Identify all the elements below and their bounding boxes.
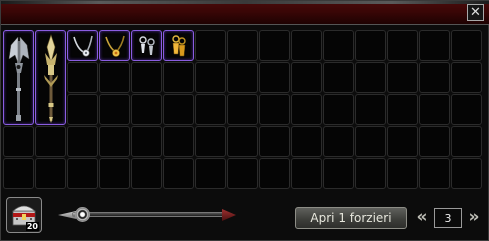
inventory-slot[interactable] (195, 158, 226, 189)
inventory-slot[interactable] (451, 126, 482, 157)
inventory-slot[interactable] (3, 158, 34, 189)
chest-count: 20 (25, 222, 39, 231)
inventory-slot[interactable] (131, 62, 162, 93)
silver-earrings-icon (138, 35, 155, 55)
gold-necklace-icon (104, 35, 125, 57)
slider-knob[interactable] (75, 207, 90, 222)
inventory-slot[interactable] (67, 30, 98, 61)
inventory-slot[interactable] (99, 30, 130, 61)
inventory-slot[interactable] (99, 126, 130, 157)
gold-earrings-icon (171, 34, 186, 56)
increase-quantity-button[interactable]: » (466, 208, 482, 228)
inventory-slot[interactable] (259, 62, 290, 93)
inventory-slot[interactable] (259, 126, 290, 157)
inventory-slot[interactable] (323, 94, 354, 125)
inventory-slot[interactable] (131, 158, 162, 189)
inventory-slot[interactable] (67, 94, 98, 125)
inventory-slot[interactable] (291, 30, 322, 61)
decrease-quantity-button[interactable]: « (414, 208, 430, 228)
axe-weapon-icon (8, 35, 29, 121)
inventory-slot[interactable] (451, 94, 482, 125)
chest-window: ✕ 20 Apri 1 forzieri « 3 » (0, 0, 489, 241)
title-bar[interactable] (1, 1, 489, 25)
quantity-slider[interactable] (58, 206, 236, 224)
inventory-slot[interactable] (451, 62, 482, 93)
action-bar: 20 Apri 1 forzieri « » (1, 191, 489, 241)
inventory-slot[interactable] (227, 62, 258, 93)
spear-weapon-icon (43, 33, 58, 123)
inventory-slot[interactable] (67, 126, 98, 157)
inventory-slot[interactable] (355, 62, 386, 93)
inventory-slot[interactable] (259, 158, 290, 189)
close-icon[interactable]: ✕ (467, 4, 484, 21)
inventory-slot[interactable] (227, 30, 258, 61)
inventory-slot[interactable] (163, 94, 194, 125)
inventory-slot[interactable] (291, 62, 322, 93)
inventory-slot[interactable] (323, 126, 354, 157)
inventory-slot[interactable] (227, 126, 258, 157)
inventory-grid (3, 30, 482, 189)
inventory-slot[interactable] (3, 126, 34, 157)
inventory-slot[interactable] (163, 62, 194, 93)
slider-right-cap (222, 209, 236, 221)
inventory-slot[interactable] (323, 62, 354, 93)
inventory-slot[interactable] (227, 158, 258, 189)
inventory-slot[interactable] (99, 158, 130, 189)
inventory-slot[interactable] (387, 62, 418, 93)
inventory-slot[interactable] (355, 94, 386, 125)
inventory-slot[interactable] (99, 94, 130, 125)
inventory-slot[interactable] (227, 94, 258, 125)
inventory-slot[interactable] (419, 158, 450, 189)
inventory-slot[interactable] (355, 158, 386, 189)
inventory-slot[interactable] (131, 94, 162, 125)
inventory-slot[interactable] (291, 126, 322, 157)
inventory-slot[interactable] (195, 94, 226, 125)
chest-item-slot[interactable]: 20 (6, 197, 42, 233)
inventory-slot[interactable] (163, 126, 194, 157)
inventory-slot[interactable] (163, 158, 194, 189)
inventory-slot[interactable] (419, 94, 450, 125)
silver-necklace-icon (72, 35, 93, 56)
inventory-slot[interactable] (387, 30, 418, 61)
inventory-slot[interactable] (291, 94, 322, 125)
inventory-slot[interactable] (387, 94, 418, 125)
inventory-slot[interactable] (323, 158, 354, 189)
quantity-input[interactable] (434, 208, 462, 228)
inventory-slot[interactable] (195, 62, 226, 93)
inventory-slot[interactable] (419, 62, 450, 93)
inventory-slot[interactable] (323, 30, 354, 61)
inventory-slot[interactable] (3, 30, 34, 125)
slider-track (72, 212, 228, 217)
inventory-slot[interactable] (387, 126, 418, 157)
inventory-slot[interactable] (131, 126, 162, 157)
inventory-slot[interactable] (355, 30, 386, 61)
inventory-slot[interactable] (387, 158, 418, 189)
inventory-slot[interactable] (131, 30, 162, 61)
inventory-slot[interactable] (451, 30, 482, 61)
inventory-slot[interactable] (259, 94, 290, 125)
inventory-slot[interactable] (163, 30, 194, 61)
inventory-slot[interactable] (419, 126, 450, 157)
inventory-slot[interactable] (67, 158, 98, 189)
inventory-slot[interactable] (195, 30, 226, 61)
inventory-slot[interactable] (35, 158, 66, 189)
inventory-slot[interactable] (195, 126, 226, 157)
inventory-slot[interactable] (67, 62, 98, 93)
inventory-slot[interactable] (35, 126, 66, 157)
inventory-slot[interactable] (291, 158, 322, 189)
inventory-slot[interactable] (99, 62, 130, 93)
open-chests-button[interactable]: Apri 1 forzieri (295, 207, 407, 229)
inventory-slot[interactable] (451, 158, 482, 189)
inventory-slot[interactable] (259, 30, 290, 61)
inventory-slot[interactable] (355, 126, 386, 157)
inventory-slot[interactable] (35, 30, 66, 125)
inventory-slot[interactable] (419, 30, 450, 61)
